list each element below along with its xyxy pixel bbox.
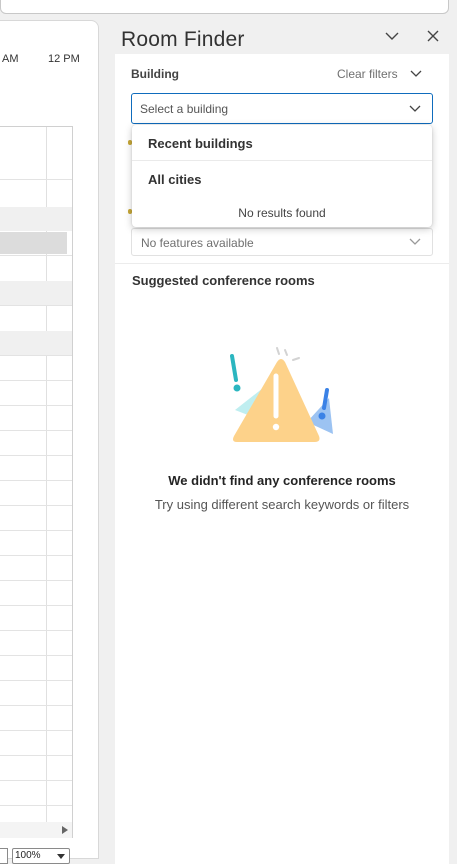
chevron-down-icon [409, 238, 421, 245]
grid-row-line [0, 555, 72, 556]
grid-row-line [0, 705, 72, 706]
grid-row-line [0, 305, 72, 306]
panel-scroll-track [449, 54, 457, 857]
grid-day-band [0, 281, 72, 305]
time-label: 12 PM [48, 53, 80, 65]
dropdown-item-recent-buildings[interactable]: Recent buildings [148, 136, 253, 151]
dropdown-item-all-cities[interactable]: All cities [148, 172, 201, 187]
building-label: Building [131, 67, 179, 81]
grid-row-line [0, 755, 72, 756]
chevron-down-icon[interactable] [409, 67, 423, 81]
time-label: AM [2, 53, 19, 65]
section-divider [115, 263, 449, 264]
grid-row-line [0, 480, 72, 481]
grid-row-line [0, 355, 72, 356]
dropdown-empty-message: No results found [238, 206, 326, 220]
grid-row-line [0, 780, 72, 781]
scroll-right-icon[interactable] [62, 826, 68, 834]
grid-row-line [0, 455, 72, 456]
grid-row-line [0, 179, 72, 180]
grid-row-line [0, 255, 72, 256]
room-finder-title: Room Finder [121, 28, 245, 51]
zoom-decrease-button[interactable] [0, 848, 8, 864]
collapse-chevron-icon[interactable] [383, 27, 401, 45]
empty-state-title: We didn't find any conference rooms [168, 473, 396, 488]
grid-row-line [0, 380, 72, 381]
warning-illustration-icon [230, 347, 333, 442]
grid-day-band [0, 207, 72, 231]
grid-row-line [0, 430, 72, 431]
building-select-placeholder: Select a building [140, 102, 229, 116]
grid-day-band [0, 331, 72, 355]
features-select[interactable]: No features available [131, 228, 433, 256]
top-input-fragment[interactable] [0, 0, 449, 14]
grid-row-line [0, 530, 72, 531]
room-finder-header: Room Finder [107, 20, 457, 54]
grid-row-line [0, 680, 72, 681]
grid-row-line [0, 605, 72, 606]
chevron-down-icon [409, 105, 421, 112]
grid-row-line [0, 505, 72, 506]
building-dropdown: Recent buildings All cities No results f… [132, 125, 432, 227]
grid-row-line [0, 805, 72, 806]
calendar-event-block[interactable] [0, 232, 67, 254]
grid-row-line [0, 655, 72, 656]
features-select-placeholder: No features available [141, 236, 254, 250]
horizontal-scrollbar[interactable] [0, 822, 73, 838]
calendar-grid[interactable] [0, 126, 73, 823]
suggested-rooms-heading: Suggested conference rooms [132, 273, 315, 288]
zoom-value: 100% [15, 850, 41, 861]
dropdown-divider [132, 160, 432, 161]
grid-row-line [0, 630, 72, 631]
empty-state-subtitle: Try using different search keywords or f… [154, 497, 410, 512]
grid-row-line [0, 730, 72, 731]
chevron-down-icon [438, 0, 450, 3]
grid-row-line [0, 580, 72, 581]
clear-filters-link[interactable]: Clear filters [337, 67, 398, 81]
zoom-select[interactable]: 100% [12, 848, 70, 864]
grid-row-line [0, 405, 72, 406]
building-select[interactable]: Select a building [131, 93, 433, 124]
close-icon[interactable] [424, 27, 442, 45]
